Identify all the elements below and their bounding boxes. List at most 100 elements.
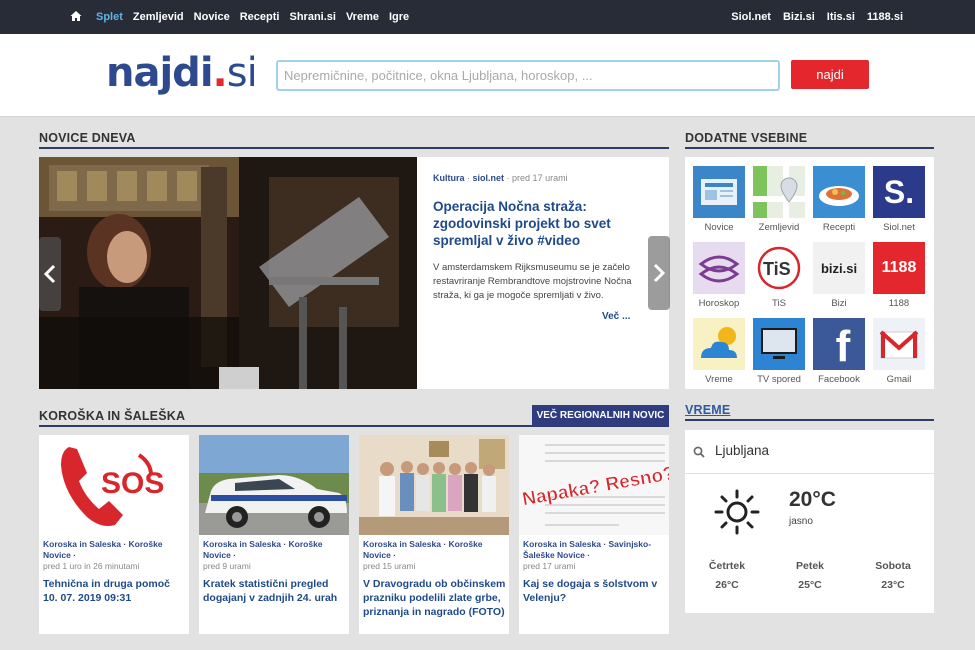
- police-car-image: [199, 435, 349, 535]
- tile-tv[interactable]: TV spored: [753, 318, 805, 385]
- bizi-icon: bizi.si: [813, 242, 865, 294]
- najdi-logo[interactable]: najdi.si: [106, 50, 258, 96]
- regional-title: KOROŠKA IN ŠALEŠKA: [39, 409, 186, 423]
- tile-zemljevid[interactable]: Zemljevid: [753, 166, 805, 233]
- tile-horoskop[interactable]: Horoskop: [693, 242, 745, 309]
- tile-recepti[interactable]: Recepti: [813, 166, 865, 233]
- forecast-day: Četrtek 26°C: [697, 560, 757, 591]
- tile-label: Bizi: [831, 298, 847, 309]
- partner-links: Siol.net Bizi.si Itis.si 1188.si: [731, 0, 903, 34]
- featured-more-link[interactable]: Več ...: [602, 311, 630, 322]
- top-bar: Splet Zemljevid Novice Recepti Shrani.si…: [0, 0, 975, 34]
- featured-category[interactable]: Kultura: [433, 173, 465, 183]
- featured-text: Kultura · siol.net · pred 17 urami Opera…: [433, 173, 643, 303]
- featured-meta: Kultura · siol.net · pred 17 urami: [433, 173, 568, 183]
- regional-card[interactable]: Koroska in Saleska · Koroške Novice · pr…: [199, 435, 349, 634]
- tile-gmail[interactable]: Gmail: [873, 318, 925, 385]
- card-title[interactable]: V Dravogradu ob občinskem prazniku podel…: [363, 577, 507, 619]
- featured-source[interactable]: siol.net: [473, 173, 505, 183]
- regional-card[interactable]: Napaka? Resno? Koroska in Saleska · Savi…: [519, 435, 669, 634]
- card-thumbnail[interactable]: [359, 435, 509, 535]
- tv-icon: [753, 318, 805, 370]
- group-photo-image: [359, 435, 509, 535]
- extras-title: DODATNE VSEBINE: [685, 131, 808, 145]
- bizi-icon-text: bizi.si: [820, 260, 858, 276]
- map-icon: [753, 166, 805, 218]
- nav-splet[interactable]: Splet: [96, 11, 123, 23]
- tile-label: Facebook: [818, 374, 860, 385]
- tis-icon-text: TiS: [763, 259, 791, 279]
- tile-facebook[interactable]: f Facebook: [813, 318, 865, 385]
- tile-1188[interactable]: 1188 1188: [873, 242, 925, 309]
- prev-arrow[interactable]: [39, 237, 61, 311]
- sos-image: SOS: [39, 435, 189, 535]
- weather-icon: [693, 318, 745, 370]
- extras-grid: Novice Zemljevid Recepti S. Siol.net Hor…: [685, 157, 934, 389]
- gmail-icon: [873, 318, 925, 370]
- forecast-day-name: Sobota: [875, 560, 911, 572]
- forecast-day: Sobota 23°C: [863, 560, 923, 591]
- link-bizi[interactable]: Bizi.si: [783, 11, 815, 23]
- card-time: pred 9 urami: [203, 561, 251, 571]
- document-image: Napaka? Resno?: [519, 435, 669, 535]
- card-meta: Koroska in Saleska · Koroške Novice · pr…: [363, 539, 507, 572]
- nav-shrani[interactable]: Shrani.si: [289, 11, 335, 23]
- regional-card[interactable]: SOS Koroska in Saleska · Koroške Novice …: [39, 435, 189, 634]
- home-icon[interactable]: [70, 10, 82, 22]
- tile-tis[interactable]: TiS TiS: [753, 242, 805, 309]
- card-meta: Koroska in Saleska · Savinjsko-Šaleške N…: [523, 539, 667, 572]
- weather-city[interactable]: Ljubljana: [715, 443, 769, 458]
- card-categories[interactable]: Koroska in Saleska · Koroške Novice ·: [203, 539, 347, 561]
- card-title[interactable]: Kaj se dogaja s šolstvom v Velenju?: [523, 577, 667, 605]
- tile-vreme[interactable]: Vreme: [693, 318, 745, 385]
- tile-novice[interactable]: Novice: [693, 166, 745, 233]
- logo-tld: si: [226, 50, 258, 96]
- tile-siol[interactable]: S. Siol.net: [873, 166, 925, 233]
- nav-vreme[interactable]: Vreme: [346, 11, 379, 23]
- tile-label: 1188: [888, 298, 910, 309]
- next-arrow[interactable]: [648, 236, 670, 310]
- featured-description: V amsterdamskem Rijksmuseumu se je začel…: [433, 262, 632, 301]
- card-categories[interactable]: Koroska in Saleska · Koroške Novice ·: [43, 539, 187, 561]
- weather-title[interactable]: VREME: [685, 403, 730, 417]
- forecast-day-temp: 25°C: [798, 579, 822, 591]
- facebook-icon: f: [813, 318, 865, 370]
- chevron-left-icon: [44, 264, 56, 284]
- featured-article[interactable]: Kultura · siol.net · pred 17 urami Opera…: [39, 157, 670, 389]
- forecast-day-temp: 23°C: [881, 579, 905, 591]
- featured-headline[interactable]: Operacija Nočna straža: zgodovinski proj…: [433, 198, 643, 249]
- top-nav: Splet Zemljevid Novice Recepti Shrani.si…: [96, 0, 409, 34]
- card-categories[interactable]: Koroska in Saleska · Savinjsko-Šaleške N…: [523, 539, 667, 561]
- search-button[interactable]: najdi: [791, 60, 869, 89]
- tile-label: Recepti: [822, 222, 856, 233]
- tile-label: Novice: [704, 222, 734, 233]
- tile-label: Horoskop: [698, 298, 740, 309]
- logo-dot: .: [212, 50, 228, 96]
- nav-zemljevid[interactable]: Zemljevid: [133, 11, 184, 23]
- regional-card[interactable]: Koroska in Saleska · Koroške Novice · pr…: [359, 435, 509, 634]
- nav-igre[interactable]: Igre: [389, 11, 409, 23]
- card-categories[interactable]: Koroska in Saleska · Koroške Novice ·: [363, 539, 507, 561]
- card-thumbnail[interactable]: SOS: [39, 435, 189, 535]
- tile-bizi[interactable]: bizi.si Bizi: [813, 242, 865, 309]
- section-divider: [39, 147, 669, 149]
- search-icon[interactable]: [693, 446, 705, 458]
- link-itis[interactable]: Itis.si: [827, 11, 855, 23]
- forecast-day-name: Četrtek: [708, 560, 746, 572]
- search-input[interactable]: [276, 60, 780, 91]
- sun-icon: [714, 489, 760, 535]
- card-title[interactable]: Tehnična in druga pomoč 10. 07. 2019 09:…: [43, 577, 187, 605]
- card-thumbnail[interactable]: [199, 435, 349, 535]
- card-thumbnail[interactable]: Napaka? Resno?: [519, 435, 669, 535]
- nav-novice[interactable]: Novice: [194, 11, 230, 23]
- siol-icon: S.: [873, 166, 925, 218]
- link-1188[interactable]: 1188.si: [867, 11, 903, 23]
- card-meta: Koroska in Saleska · Koroške Novice · pr…: [43, 539, 187, 572]
- nav-recepti[interactable]: Recepti: [240, 11, 280, 23]
- featured-image[interactable]: [39, 157, 417, 389]
- card-title[interactable]: Kratek statistični pregled dogajanj v za…: [203, 577, 347, 605]
- news-of-day-title: NOVICE DNEVA: [39, 131, 136, 145]
- more-regional-button[interactable]: VEČ REGIONALNIH NOVIC: [532, 405, 669, 426]
- logo-main: najdi: [106, 50, 214, 96]
- link-siol[interactable]: Siol.net: [731, 11, 771, 23]
